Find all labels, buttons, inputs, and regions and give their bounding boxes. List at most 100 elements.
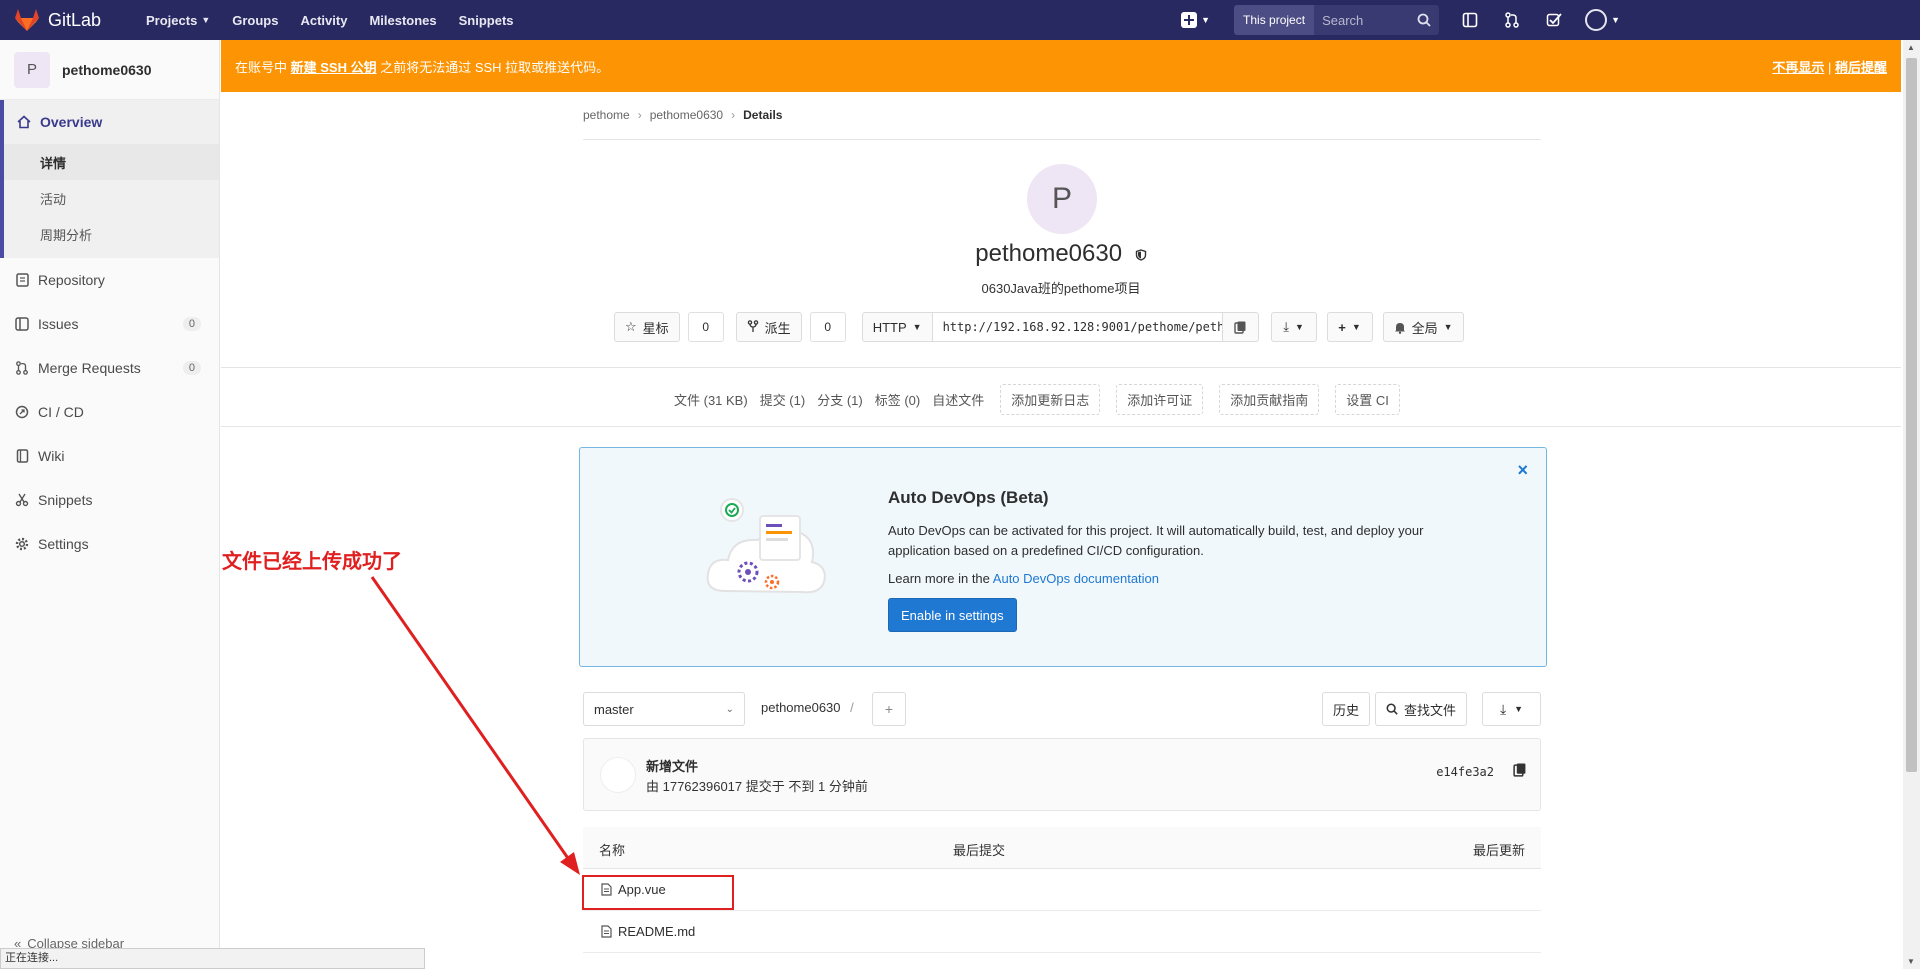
nav-milestones[interactable]: Milestones — [369, 13, 436, 28]
copy-sha-button[interactable] — [1513, 763, 1526, 780]
project-avatar-large: P — [1027, 164, 1097, 234]
doc-icon — [14, 272, 30, 288]
fork-icon — [747, 320, 758, 332]
notification-dropdown-button[interactable]: 全局 ▼ — [1382, 312, 1464, 342]
chevron-down-icon: ▼ — [912, 322, 922, 332]
sidebar-item-settings[interactable]: Settings — [0, 522, 219, 566]
add-ssh-key-link[interactable]: 新建 SSH 公钥 — [291, 60, 377, 75]
download-icon: ⤓ — [1283, 319, 1289, 334]
stat-files[interactable]: 文件 (31 KB) — [674, 390, 748, 409]
enable-in-settings-button[interactable]: Enable in settings — [888, 598, 1017, 632]
last-commit-box: 新增文件 由 17762396017 提交于 不到 1 分钟前 e14fe3a2 — [583, 738, 1541, 811]
top-navbar: GitLab Projects ▼ Groups Activity Milesto… — [0, 0, 1920, 40]
sidebar-item-merge-requests[interactable]: Merge Requests 0 — [0, 346, 219, 390]
add-license-button[interactable]: 添加许可证 — [1116, 384, 1204, 415]
close-icon[interactable]: × — [1517, 460, 1528, 481]
nav-snippets[interactable]: Snippets — [459, 13, 514, 28]
breadcrumb-project[interactable]: pethome0630 — [650, 108, 723, 122]
breadcrumb-current: Details — [743, 108, 783, 122]
setup-ci-button[interactable]: 设置 CI — [1335, 384, 1400, 415]
dont-show-again-link[interactable]: 不再显示 — [1772, 60, 1824, 75]
nav-projects[interactable]: Projects ▼ — [146, 13, 210, 28]
nav-groups[interactable]: Groups — [232, 13, 278, 28]
sidebar-subitem-activity[interactable]: 活动 — [4, 180, 219, 216]
devops-illustration-icon — [706, 498, 826, 594]
gitlab-home-link[interactable]: GitLab — [14, 8, 124, 32]
chevron-down-icon: ▼ — [1514, 704, 1524, 714]
sidebar-item-wiki[interactable]: Wiki — [0, 434, 219, 478]
browser-status-bar: 正在连接... — [0, 948, 425, 969]
commit-title[interactable]: 新增文件 — [646, 756, 698, 775]
sidebar-subitem-cycle-analytics[interactable]: 周期分析 — [4, 216, 219, 252]
add-to-tree-button[interactable]: + — [872, 692, 906, 726]
sidebar-toggle-icon[interactable] — [1459, 9, 1481, 31]
history-button[interactable]: 历史 — [1322, 692, 1371, 726]
download-icon: ⤓ — [1499, 700, 1507, 717]
stat-readme[interactable]: 自述文件 — [932, 390, 984, 409]
auto-devops-banner: × Auto DevOps (Beta) Auto DevOps can be … — [579, 447, 1547, 667]
stat-commits[interactable]: 提交 (1) — [760, 390, 806, 409]
chevron-down-icon: ▼ — [1201, 15, 1211, 25]
scroll-up-icon[interactable]: ▲ — [1907, 43, 1915, 52]
new-dropdown-button[interactable]: ▼ — [1181, 12, 1210, 28]
user-avatar — [1585, 9, 1608, 31]
fork-button[interactable]: 派生 — [735, 312, 802, 342]
scrollbar-thumb[interactable] — [1906, 58, 1917, 772]
merge-request-icon[interactable] — [1501, 9, 1523, 31]
add-dropdown-button[interactable]: + ▼ — [1326, 312, 1373, 342]
search-icon — [1386, 703, 1398, 715]
stat-branches[interactable]: 分支 (1) — [817, 390, 863, 409]
project-title: pethome0630 — [221, 240, 1901, 268]
clone-url-input[interactable]: http://192.168.92.128:9001/pethome/petho… — [932, 312, 1223, 342]
gitlab-logo-icon — [15, 9, 39, 31]
col-name: 名称 — [599, 843, 626, 858]
user-menu[interactable]: ▼ — [1585, 9, 1620, 31]
devops-description: Auto DevOps can be activated for this pr… — [888, 523, 1424, 558]
sidebar-subitem-details[interactable]: 详情 — [4, 144, 219, 180]
clone-url-group: HTTP ▼ http://192.168.92.128:9001/pethome… — [861, 312, 1259, 342]
page-scrollbar[interactable]: ▲ ▼ — [1903, 40, 1920, 969]
find-file-button[interactable]: 查找文件 — [1375, 692, 1468, 726]
project-actions: ☆ 星标 0 派生 0 HTTP ▼ http://192.168.92.128:9… — [614, 312, 1464, 342]
commit-sha[interactable]: e14fe3a2 — [1436, 765, 1494, 779]
home-icon — [16, 114, 32, 130]
repo-tree-controls: master ⌄ pethome0630 / + 历史 查找文件 ⤓ ▼ — [583, 692, 1541, 726]
rocket-icon — [14, 404, 30, 420]
tree-path-root[interactable]: pethome0630 — [761, 700, 841, 715]
add-contributing-button[interactable]: 添加贡献指南 — [1219, 384, 1320, 415]
sidebar-item-cicd[interactable]: CI / CD — [0, 390, 219, 434]
remind-later-link[interactable]: 稍后提醒 — [1835, 60, 1887, 75]
branch-select[interactable]: master ⌄ — [583, 692, 745, 726]
star-button[interactable]: ☆ 星标 — [614, 312, 680, 342]
book-icon — [14, 448, 30, 464]
file-list-header: 名称 最后提交 最后更新 — [583, 827, 1541, 869]
file-row-readme[interactable]: README.md — [583, 911, 1541, 953]
stat-tags[interactable]: 标签 (0) — [875, 390, 921, 409]
nav-activity[interactable]: Activity — [300, 13, 347, 28]
sidebar-item-repository[interactable]: Repository — [0, 258, 219, 302]
star-icon: ☆ — [625, 319, 637, 334]
file-name[interactable]: README.md — [618, 924, 695, 939]
sidebar-project-header[interactable]: P pethome0630 — [0, 40, 219, 100]
clone-protocol-dropdown[interactable]: HTTP ▼ — [861, 312, 933, 342]
download-source-button[interactable]: ⤓ ▼ — [1482, 692, 1541, 726]
fork-count[interactable]: 0 — [809, 312, 846, 342]
scissors-icon — [14, 492, 30, 508]
sidebar-item-overview[interactable]: Overview — [4, 100, 219, 144]
devops-docs-link[interactable]: Auto DevOps documentation — [993, 571, 1159, 586]
project-avatar: P — [14, 51, 50, 88]
search-input[interactable]: Search — [1314, 5, 1440, 35]
download-dropdown-button[interactable]: ⤓ ▼ — [1270, 312, 1317, 342]
copy-url-button[interactable] — [1222, 312, 1259, 342]
star-count[interactable]: 0 — [687, 312, 724, 342]
brand-name: GitLab — [48, 9, 102, 30]
sidebar-item-snippets[interactable]: Snippets — [0, 478, 219, 522]
breadcrumb-group[interactable]: pethome — [583, 108, 630, 122]
scroll-down-icon[interactable]: ▼ — [1907, 957, 1915, 966]
add-changelog-button[interactable]: 添加更新日志 — [1000, 384, 1101, 415]
todos-check-icon[interactable] — [1543, 9, 1565, 31]
col-last-commit: 最后提交 — [953, 843, 1006, 858]
plus-square-icon — [1181, 12, 1198, 28]
search-scope-badge[interactable]: This project — [1234, 5, 1315, 35]
sidebar-item-issues[interactable]: Issues 0 — [0, 302, 219, 346]
